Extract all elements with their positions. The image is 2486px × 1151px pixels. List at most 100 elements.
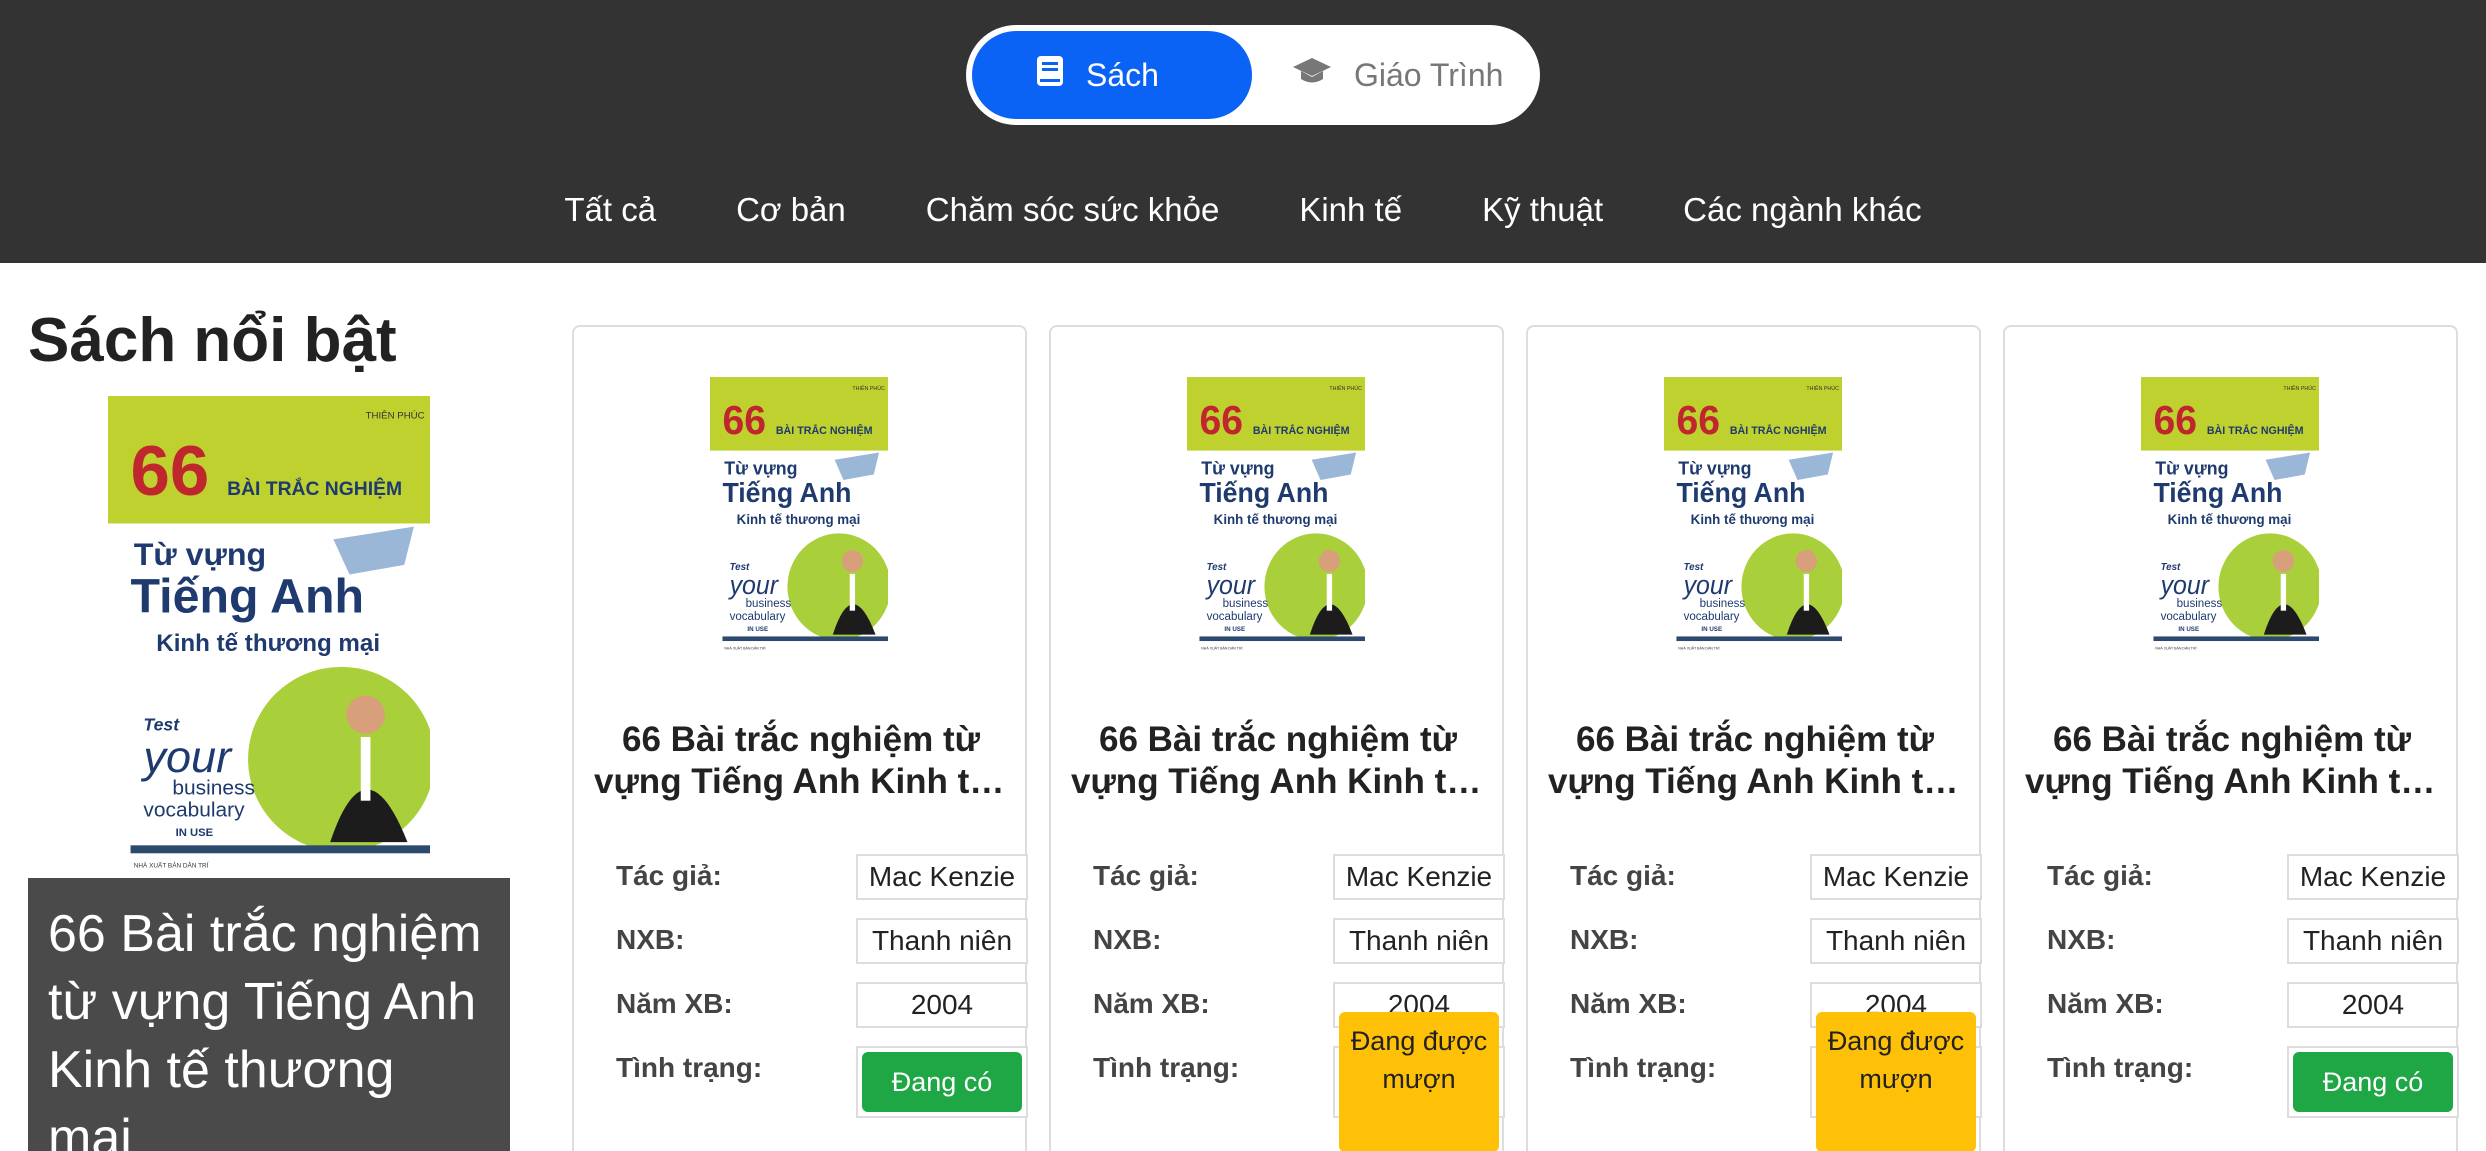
- year-value: 2004: [2287, 982, 2459, 1028]
- svg-text:THIÊN PHÚC: THIÊN PHÚC: [1806, 384, 1839, 392]
- svg-text:THIÊN PHÚC: THIÊN PHÚC: [2283, 384, 2316, 392]
- svg-text:Tiếng Anh: Tiếng Anh: [1199, 477, 1328, 509]
- svg-text:Kinh tế thương mại: Kinh tế thương mại: [737, 512, 861, 527]
- svg-text:Kinh tế thương mại: Kinh tế thương mại: [1214, 512, 1338, 527]
- book-card[interactable]: THIÊN PHÚC 66 BÀI TRẮC NGHIỆM Từ vựng Tiếng …: [2003, 325, 2459, 1151]
- svg-text:BÀI TRẮC NGHIỆM: BÀI TRẮC NGHIỆM: [776, 424, 873, 437]
- tab-books[interactable]: Sách: [972, 31, 1252, 119]
- svg-text:IN USE: IN USE: [747, 626, 768, 633]
- svg-text:Tiếng Anh: Tiếng Anh: [722, 477, 851, 509]
- svg-text:BÀI TRẮC NGHIỆM: BÀI TRẮC NGHIỆM: [2207, 424, 2304, 437]
- svg-text:business: business: [746, 597, 792, 610]
- svg-text:IN USE: IN USE: [2178, 626, 2199, 633]
- status-row: Tình trạng: Đang được mượn: [1570, 1012, 1982, 1151]
- publisher-value: Thanh niên: [1333, 918, 1505, 964]
- tab-textbooks[interactable]: Giáo Trình: [1262, 31, 1532, 119]
- category-engineering[interactable]: Kỹ thuật: [1442, 183, 1643, 239]
- year-row: Năm XB: 2004: [616, 982, 1028, 1028]
- author-row: Tác giả: Mac Kenzie: [1093, 854, 1505, 900]
- svg-text:vocabulary: vocabulary: [1684, 610, 1740, 623]
- book-cover[interactable]: THIÊN PHÚC 66 BÀI TRẮC NGHIỆM Từ vựng Tiếng …: [1187, 377, 1368, 653]
- svg-text:Từ vựng: Từ vựng: [134, 536, 266, 572]
- book-card[interactable]: THIÊN PHÚC 66 BÀI TRẮC NGHIỆM Từ vựng Tiếng …: [572, 325, 1028, 1151]
- book-card[interactable]: THIÊN PHÚC 66 BÀI TRẮC NGHIỆM Từ vựng Tiếng …: [1049, 325, 1505, 1151]
- author-row: Tác giả: Mac Kenzie: [616, 854, 1028, 900]
- author-row: Tác giả: Mac Kenzie: [1570, 854, 1982, 900]
- status-badge: Đang có: [862, 1052, 1022, 1112]
- svg-text:Từ vựng: Từ vựng: [724, 458, 797, 478]
- svg-text:vocabulary: vocabulary: [1207, 610, 1263, 623]
- book-title[interactable]: 66 Bài trắc nghiệm từ vựng Tiếng Anh Kinh…: [1548, 719, 1962, 803]
- author-value: Mac Kenzie: [2287, 854, 2459, 900]
- svg-text:NHÀ XUẤT BẢN DÂN TRÍ: NHÀ XUẤT BẢN DÂN TRÍ: [724, 645, 765, 650]
- svg-text:IN USE: IN USE: [1224, 626, 1245, 633]
- book-cover[interactable]: THIÊN PHÚC 66 BÀI TRẮC NGHIỆM Từ vựng Tiếng …: [1664, 377, 1845, 653]
- publisher-value: Thanh niên: [2287, 918, 2459, 964]
- svg-text:vocabulary: vocabulary: [730, 610, 786, 623]
- category-all[interactable]: Tất cả: [524, 183, 696, 239]
- tab-textbooks-label: Giáo Trình: [1354, 56, 1504, 93]
- top-header: Sách Giáo Trình Tất cả Cơ bản Chăm sóc s…: [0, 0, 2486, 263]
- svg-text:Tiếng Anh: Tiếng Anh: [1676, 477, 1805, 509]
- svg-text:THIÊN PHÚC: THIÊN PHÚC: [366, 410, 425, 421]
- svg-text:IN USE: IN USE: [1701, 626, 1722, 633]
- svg-text:NHÀ XUẤT BẢN DÂN TRÍ: NHÀ XUẤT BẢN DÂN TRÍ: [2155, 645, 2196, 650]
- svg-text:66: 66: [2153, 398, 2197, 443]
- svg-text:Từ vựng: Từ vựng: [2155, 458, 2228, 478]
- book-card[interactable]: THIÊN PHÚC 66 BÀI TRẮC NGHIỆM Từ vựng Tiếng …: [1526, 325, 1982, 1151]
- category-healthcare[interactable]: Chăm sóc sức khỏe: [886, 183, 1260, 239]
- svg-text:66: 66: [1676, 398, 1720, 443]
- publisher-row: NXB: Thanh niên: [2047, 918, 2459, 964]
- publisher-row: NXB: Thanh niên: [1570, 918, 1982, 964]
- featured-book-cover[interactable]: THIÊN PHÚC 66 BÀI TRẮC NGHIỆM Từ vựng Tiếng …: [108, 396, 435, 874]
- category-basic[interactable]: Cơ bản: [696, 183, 886, 239]
- svg-text:Kinh tế thương mại: Kinh tế thương mại: [1691, 512, 1815, 527]
- svg-text:66: 66: [722, 398, 766, 443]
- svg-text:Kinh tế thương mại: Kinh tế thương mại: [2168, 512, 2292, 527]
- svg-text:66: 66: [1199, 398, 1243, 443]
- svg-text:BÀI TRẮC NGHIỆM: BÀI TRẮC NGHIỆM: [227, 478, 402, 500]
- svg-text:business: business: [172, 776, 255, 799]
- featured-book-caption[interactable]: 66 Bài trắc nghiệm từ vựng Tiếng Anh Kin…: [28, 878, 510, 1151]
- graduation-cap-icon: [1292, 56, 1332, 94]
- category-other[interactable]: Các ngành khác: [1643, 183, 1962, 239]
- tab-books-label: Sách: [1086, 56, 1159, 93]
- book-title[interactable]: 66 Bài trắc nghiệm từ vựng Tiếng Anh Kinh…: [594, 719, 1008, 803]
- category-economics[interactable]: Kinh tế: [1259, 183, 1442, 239]
- svg-text:THIÊN PHÚC: THIÊN PHÚC: [1329, 384, 1362, 392]
- svg-text:THIÊN PHÚC: THIÊN PHÚC: [852, 384, 885, 392]
- svg-text:IN USE: IN USE: [176, 827, 214, 839]
- book-icon: [1036, 55, 1064, 95]
- svg-text:Từ vựng: Từ vựng: [1201, 458, 1274, 478]
- status-row: Tình trạng: Đang có: [2047, 1046, 2459, 1118]
- svg-text:NHÀ XUẤT BẢN DÂN TRÍ: NHÀ XUẤT BẢN DÂN TRÍ: [1678, 645, 1719, 650]
- book-cover[interactable]: THIÊN PHÚC 66 BÀI TRẮC NGHIỆM Từ vựng Tiếng …: [710, 377, 891, 653]
- book-title[interactable]: 66 Bài trắc nghiệm từ vựng Tiếng Anh Kinh…: [1071, 719, 1485, 803]
- author-row: Tác giả: Mac Kenzie: [2047, 854, 2459, 900]
- featured-heading: Sách nổi bật: [28, 306, 397, 375]
- catalog-toggle: Sách Giáo Trình: [966, 25, 1540, 125]
- status-badge: Đang được mượn: [1339, 1012, 1499, 1151]
- publisher-row: NXB: Thanh niên: [616, 918, 1028, 964]
- svg-text:NHÀ XUẤT BẢN DÂN TRÍ: NHÀ XUẤT BẢN DÂN TRÍ: [1201, 645, 1242, 650]
- status-badge: Đang được mượn: [1816, 1012, 1976, 1151]
- svg-text:vocabulary: vocabulary: [143, 799, 245, 822]
- author-value: Mac Kenzie: [856, 854, 1028, 900]
- svg-text:business: business: [1223, 597, 1269, 610]
- author-value: Mac Kenzie: [1810, 854, 1982, 900]
- book-title[interactable]: 66 Bài trắc nghiệm từ vựng Tiếng Anh Kinh…: [2025, 719, 2439, 803]
- book-cover[interactable]: THIÊN PHÚC 66 BÀI TRẮC NGHIỆM Từ vựng Tiếng …: [2141, 377, 2322, 653]
- svg-text:business: business: [1700, 597, 1746, 610]
- svg-text:Kinh tế thương mại: Kinh tế thương mại: [156, 630, 380, 657]
- svg-text:BÀI TRẮC NGHIỆM: BÀI TRẮC NGHIỆM: [1730, 424, 1827, 437]
- publisher-value: Thanh niên: [1810, 918, 1982, 964]
- status-row: Tình trạng: Đang được mượn: [1093, 1012, 1505, 1151]
- svg-text:business: business: [2177, 597, 2223, 610]
- svg-text:66: 66: [131, 431, 210, 510]
- svg-text:Tiếng Anh: Tiếng Anh: [2153, 477, 2282, 509]
- publisher-row: NXB: Thanh niên: [1093, 918, 1505, 964]
- svg-text:Tiếng Anh: Tiếng Anh: [131, 571, 364, 624]
- svg-text:Từ vựng: Từ vựng: [1678, 458, 1751, 478]
- svg-text:your: your: [140, 731, 233, 782]
- author-value: Mac Kenzie: [1333, 854, 1505, 900]
